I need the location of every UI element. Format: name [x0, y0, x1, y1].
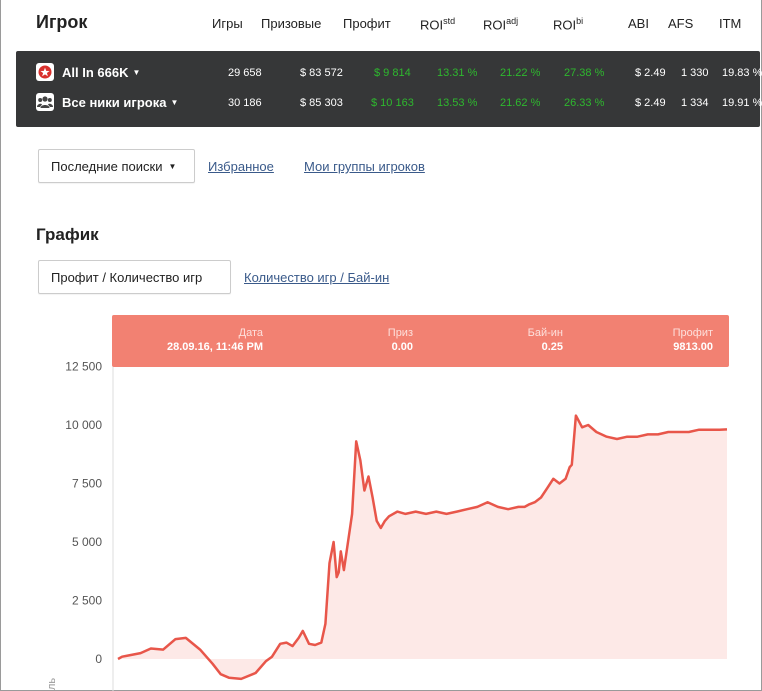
tooltip-date: Дата 28.09.16, 11:46 PM — [166, 327, 263, 353]
y-tick-label: 12 500 — [65, 360, 102, 374]
y-tick-label: 10 000 — [65, 418, 102, 432]
y-tick-label: 5 000 — [72, 535, 102, 549]
y-tick-label: 7 500 — [72, 477, 102, 491]
chart-tooltip: Дата 28.09.16, 11:46 PM Приз 0.00 Бай-ин… — [112, 315, 729, 367]
y-tick-label: 2 500 — [72, 594, 102, 608]
tooltip-profit: Профит 9813.00 — [672, 327, 713, 353]
y-axis-label-fragment: ль — [46, 678, 58, 690]
y-tick-label: 0 — [95, 652, 102, 666]
tooltip-buyin: Бай-ин 0.25 — [527, 327, 563, 353]
tooltip-prize: Приз 0.00 — [387, 327, 413, 353]
profit-area — [118, 415, 727, 679]
